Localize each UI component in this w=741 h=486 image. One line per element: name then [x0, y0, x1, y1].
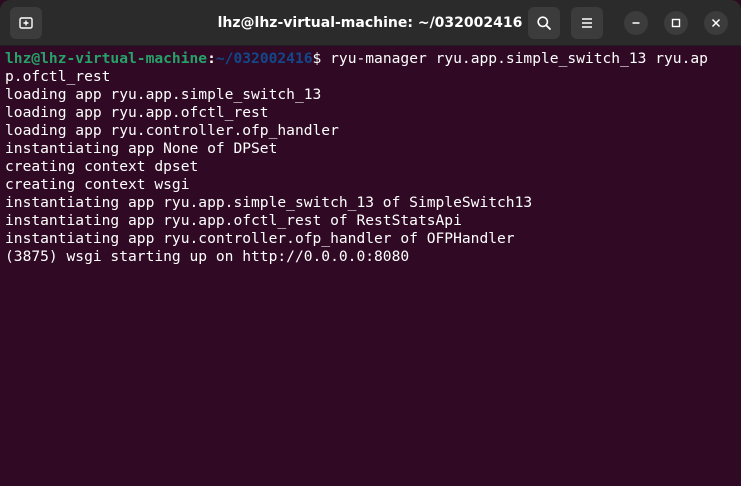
- output-line: loading app ryu.app.ofctl_rest: [5, 104, 269, 121]
- minimize-button[interactable]: [624, 11, 648, 35]
- minimize-icon: [631, 18, 641, 28]
- window-title: lhz@lhz-virtual-machine: ~/032002416: [217, 15, 523, 31]
- prompt-path: ~/032002416: [215, 50, 313, 67]
- maximize-button[interactable]: [664, 11, 688, 35]
- output-line: creating context wsgi: [5, 176, 190, 193]
- new-tab-icon: [18, 15, 34, 31]
- command-text: ryu-manager ryu.app.simple_switch_13 ryu…: [321, 50, 708, 67]
- close-icon: [711, 18, 721, 28]
- prompt-colon: :: [207, 50, 216, 67]
- hamburger-menu-icon: [580, 16, 594, 30]
- output-line: (3875) wsgi starting up on http://0.0.0.…: [5, 248, 410, 265]
- output-line: instantiating app ryu.app.ofctl_rest of …: [5, 212, 462, 229]
- terminal-output[interactable]: lhz@lhz-virtual-machine:~/032002416$ ryu…: [0, 46, 741, 486]
- terminal-window: lhz@lhz-virtual-machine: ~/032002416 lhz…: [0, 0, 741, 486]
- new-tab-button[interactable]: [10, 7, 42, 39]
- prompt-line: lhz@lhz-virtual-machine:~/032002416$ ryu…: [5, 50, 741, 68]
- search-icon: [536, 15, 552, 31]
- output-line: instantiating app ryu.controller.ofp_han…: [5, 230, 515, 247]
- command-continuation: p.ofctl_rest: [5, 68, 111, 85]
- output-line: loading app ryu.app.simple_switch_13: [5, 86, 322, 103]
- title-bar[interactable]: lhz@lhz-virtual-machine: ~/032002416: [0, 0, 741, 46]
- output-line: creating context dpset: [5, 158, 199, 175]
- maximize-icon: [671, 18, 681, 28]
- close-button[interactable]: [704, 11, 728, 35]
- output-line: instantiating app None of DPSet: [5, 140, 278, 157]
- output-line: loading app ryu.controller.ofp_handler: [5, 122, 339, 139]
- search-button[interactable]: [528, 7, 560, 39]
- output-line: instantiating app ryu.app.simple_switch_…: [5, 194, 533, 211]
- prompt-user-host: lhz@lhz-virtual-machine: [5, 50, 208, 67]
- menu-button[interactable]: [571, 7, 603, 39]
